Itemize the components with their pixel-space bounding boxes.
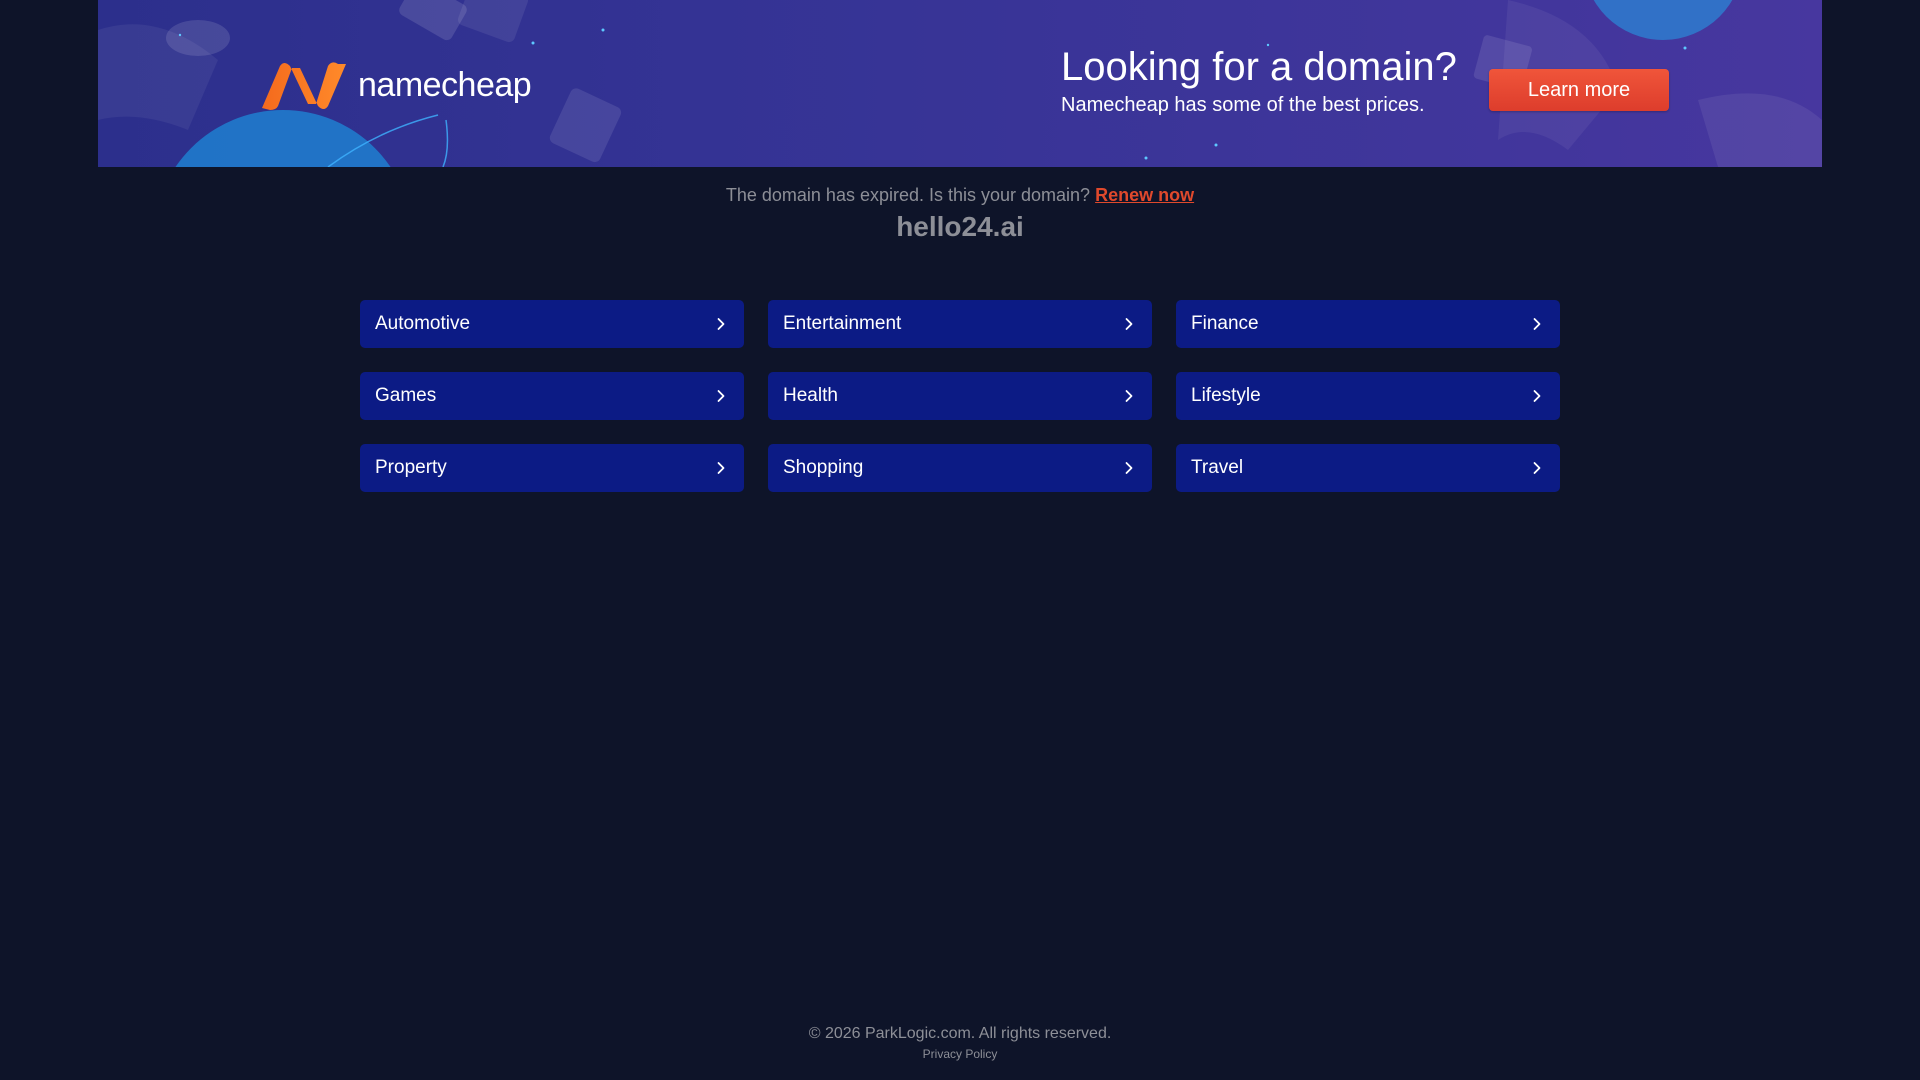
chevron-right-icon: [717, 318, 725, 330]
page: namecheap Looking for a domain? Namechea…: [0, 0, 1920, 1080]
expired-notice-text: The domain has expired. Is this your dom…: [725, 185, 1091, 205]
category-health[interactable]: Health: [768, 372, 1152, 420]
copyright-text: © 2026 ParkLogic.com. All rights reserve…: [808, 1025, 1112, 1042]
promo-headline: Looking for a domain?: [1061, 45, 1457, 89]
brand-name: namecheap: [358, 65, 532, 104]
chevron-right-icon: [1533, 462, 1541, 474]
chevron-right-icon: [1533, 390, 1541, 402]
promo-text: Looking for a domain? Namecheap has some…: [1061, 44, 1481, 118]
chevron-right-icon: [1125, 318, 1133, 330]
category-games[interactable]: Games: [360, 372, 744, 420]
namecheap-logo-icon: [262, 62, 346, 110]
namecheap-logo: namecheap: [260, 60, 532, 110]
category-shopping[interactable]: Shopping: [768, 444, 1152, 492]
expired-notice: The domain has expired. Is this your dom…: [0, 184, 1920, 206]
domain-name: hello24.ai: [896, 211, 1024, 242]
category-label: Shopping: [783, 457, 864, 478]
category-automotive[interactable]: Automotive: [360, 300, 744, 348]
chevron-right-icon: [1533, 318, 1541, 330]
privacy-policy-link[interactable]: Privacy Policy: [923, 1046, 998, 1062]
category-label: Property: [375, 457, 447, 478]
chevron-right-icon: [717, 390, 725, 402]
category-lifestyle[interactable]: Lifestyle: [1176, 372, 1560, 420]
learn-more-button[interactable]: Learn more: [1489, 69, 1669, 111]
footer: © 2026 ParkLogic.com. All rights reserve…: [0, 1024, 1920, 1063]
category-label: Games: [375, 385, 437, 406]
namecheap-ad-banner[interactable]: namecheap Looking for a domain? Namechea…: [98, 0, 1822, 167]
category-label: Entertainment: [783, 313, 902, 334]
renew-now-link[interactable]: Renew now: [1095, 185, 1194, 205]
category-label: Travel: [1191, 457, 1244, 478]
category-finance[interactable]: Finance: [1176, 300, 1560, 348]
category-label: Automotive: [375, 313, 471, 334]
category-property[interactable]: Property: [360, 444, 744, 492]
category-label: Finance: [1191, 313, 1259, 334]
category-grid: Automotive Entertainment Finance Games H…: [360, 300, 1560, 492]
category-travel[interactable]: Travel: [1176, 444, 1560, 492]
category-label: Health: [783, 385, 838, 406]
promo-subline: Namecheap has some of the best prices.: [1061, 94, 1425, 116]
category-entertainment[interactable]: Entertainment: [768, 300, 1152, 348]
chevron-right-icon: [1125, 390, 1133, 402]
chevron-right-icon: [1125, 462, 1133, 474]
chevron-right-icon: [717, 462, 725, 474]
category-label: Lifestyle: [1191, 385, 1261, 406]
